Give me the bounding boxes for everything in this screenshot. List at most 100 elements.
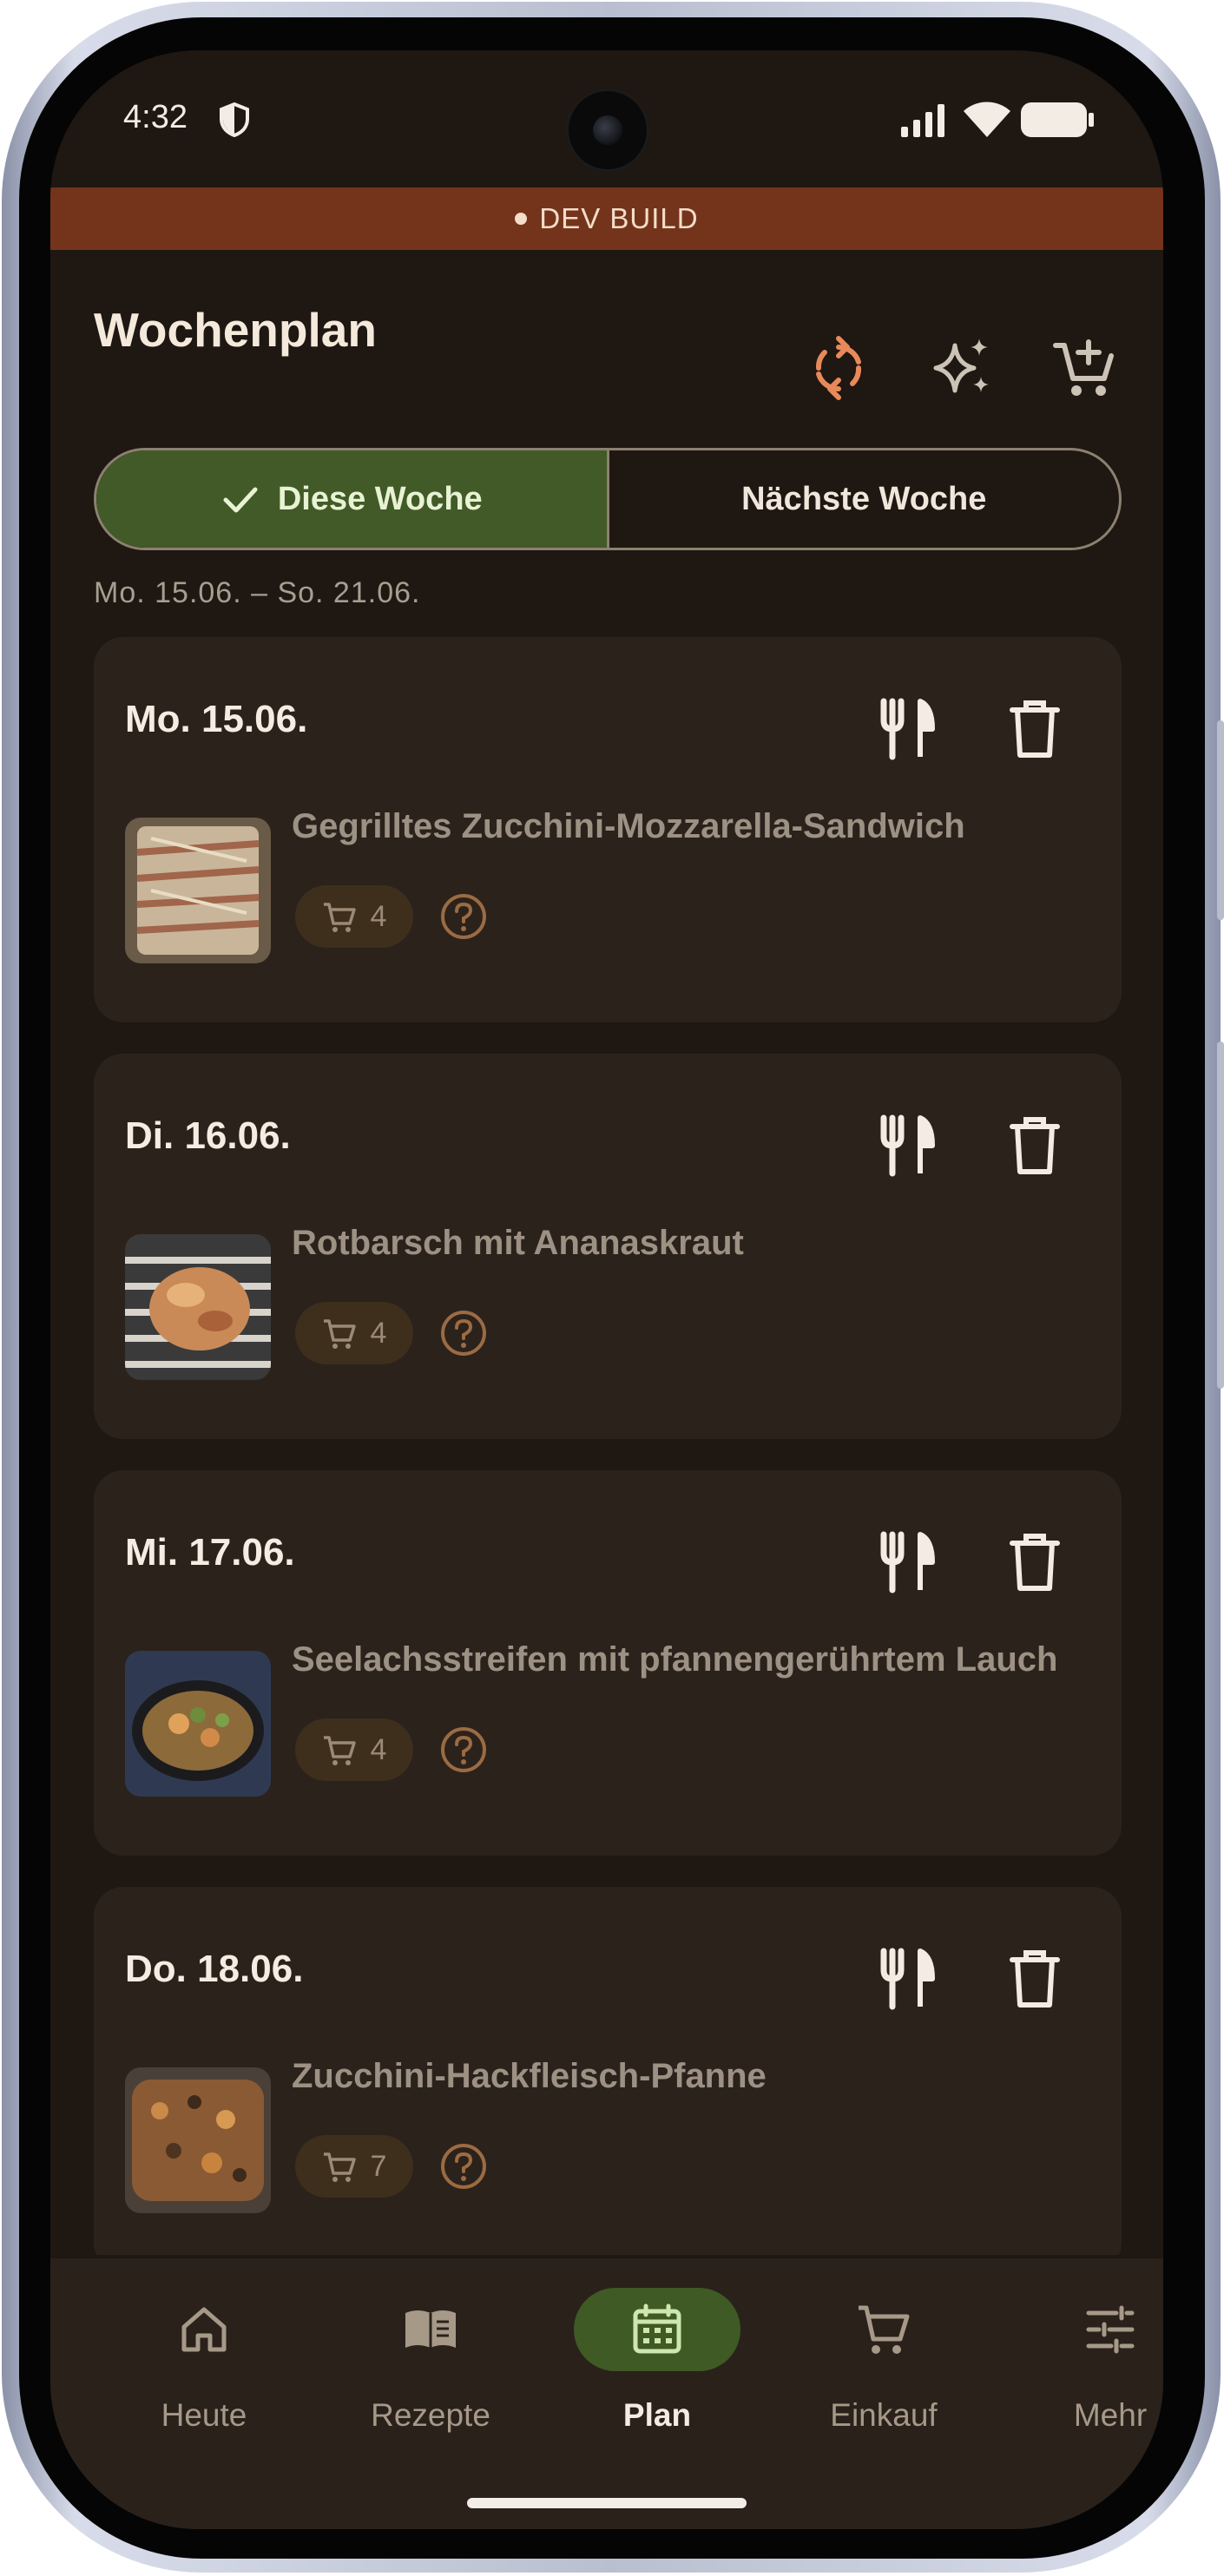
trash-icon <box>1010 1117 1060 1174</box>
help-button[interactable] <box>439 2142 488 2191</box>
nav-icon-container <box>347 2288 514 2371</box>
tab-this-week-label: Diese Woche <box>277 480 483 517</box>
ingredient-count-chip[interactable]: 4 <box>295 1302 413 1364</box>
phone-side-button <box>1217 1042 1224 1389</box>
day-card: Mi. 17.06. Seelachsstreifen mit pfanneng… <box>94 1470 1122 1856</box>
dev-build-banner: DEV BUILD <box>50 187 1163 250</box>
day-label: Mo. 15.06. <box>125 698 308 740</box>
delete-button[interactable] <box>1000 1944 1069 2014</box>
week-range: Mo. 15.06. – So. 21.06. <box>94 576 421 609</box>
wifi-icon <box>964 102 1010 137</box>
nav-icon-container <box>121 2288 287 2371</box>
cart-icon <box>323 1736 356 1765</box>
trash-icon <box>1010 1534 1060 1591</box>
cook-button[interactable] <box>875 694 944 764</box>
app-screen: 4:32 DEV BUILD Wochenplan Diese Woche Nä… <box>50 50 1163 2529</box>
nav-item-mehr[interactable]: Mehr <box>999 2258 1163 2475</box>
fork-knife-icon <box>880 1948 935 2010</box>
dev-build-label: DEV BUILD <box>539 202 699 234</box>
week-toggle: Diese Woche Nächste Woche <box>94 448 1122 550</box>
help-icon <box>441 1727 486 1772</box>
day-card: Di. 16.06. Rotbarsch mit Ananaskraut 4 <box>94 1054 1122 1439</box>
calendar-icon <box>633 2303 681 2354</box>
book-icon <box>405 2310 456 2348</box>
signal-icon <box>901 104 944 137</box>
nav-label: Heute <box>161 2397 247 2433</box>
day-label: Mi. 17.06. <box>125 1531 295 1574</box>
cart-icon <box>323 903 356 932</box>
ingredient-count: 4 <box>370 1316 387 1350</box>
front-camera <box>566 89 649 172</box>
sliders-icon <box>1086 2305 1135 2354</box>
fish-dish-image <box>125 1234 271 1380</box>
trash-icon <box>1010 700 1060 758</box>
cart-icon <box>859 2305 910 2354</box>
tab-next-week-label: Nächste Woche <box>741 480 987 517</box>
trash-icon <box>1010 1950 1060 2008</box>
nav-item-einkauf[interactable]: Einkauf <box>773 2258 995 2475</box>
nav-label: Plan <box>622 2397 692 2433</box>
page-title: Wochenplan <box>94 303 377 357</box>
sparkles-icon <box>933 338 989 393</box>
home-indicator[interactable] <box>467 2498 747 2508</box>
help-button[interactable] <box>439 1309 488 1357</box>
meal-title[interactable]: Gegrilltes Zucchini-Mozzarella-Sandwich <box>292 807 965 846</box>
day-label: Do. 18.06. <box>125 1948 304 1990</box>
cook-button[interactable] <box>875 1111 944 1180</box>
add-to-shopping-list-button[interactable] <box>1050 333 1120 403</box>
nav-item-heute[interactable]: Heute <box>93 2258 315 2475</box>
cook-button[interactable] <box>875 1528 944 1597</box>
meal-title[interactable]: Zucchini-Hackfleisch-Pfanne <box>292 2057 767 2096</box>
nav-icon-container <box>574 2288 740 2371</box>
fork-knife-icon <box>880 1531 935 1594</box>
nav-label: Einkauf <box>830 2397 938 2433</box>
delete-button[interactable] <box>1000 1528 1069 1597</box>
sync-icon <box>816 336 861 400</box>
meal-thumbnail[interactable] <box>125 1651 271 1797</box>
nav-item-rezepte[interactable]: Rezepte <box>319 2258 542 2475</box>
nav-icon-container <box>1027 2288 1163 2371</box>
nav-item-plan[interactable]: Plan <box>546 2258 768 2475</box>
status-time: 4:32 <box>123 99 188 135</box>
add-to-cart-icon <box>1053 339 1114 396</box>
fork-knife-icon <box>880 1114 935 1177</box>
sync-button[interactable] <box>804 333 873 403</box>
cook-button[interactable] <box>875 1944 944 2014</box>
help-icon <box>441 2144 486 2189</box>
meal-thumbnail[interactable] <box>125 1234 271 1380</box>
help-icon <box>441 894 486 939</box>
meal-plan-list[interactable]: Mo. 15.06. Gegrilltes Zucchini-Mozzarell… <box>94 637 1122 2255</box>
day-card: Do. 18.06. Zucchini-Hackfleisch-Pfanne 7 <box>94 1887 1122 2255</box>
ingredient-count-chip[interactable]: 4 <box>295 1718 413 1781</box>
day-label: Di. 16.06. <box>125 1114 291 1157</box>
nav-label: Rezepte <box>371 2397 490 2433</box>
help-button[interactable] <box>439 892 488 941</box>
ingredient-count-chip[interactable]: 4 <box>295 885 413 948</box>
ingredient-count-chip[interactable]: 7 <box>295 2135 413 2198</box>
meal-thumbnail[interactable] <box>125 2067 271 2213</box>
meal-title[interactable]: Seelachsstreifen mit pfannengerührtem La… <box>292 1640 1057 1679</box>
nav-label: Mehr <box>1073 2397 1148 2433</box>
tab-this-week[interactable]: Diese Woche <box>96 450 609 548</box>
tab-next-week[interactable]: Nächste Woche <box>609 450 1120 548</box>
cart-icon <box>323 2152 356 2182</box>
delete-button[interactable] <box>1000 1111 1069 1180</box>
check-icon <box>223 487 258 513</box>
dot-icon <box>515 213 528 225</box>
home-icon <box>181 2307 227 2352</box>
bottom-navigation: Heute Rezepte Plan Einkauf Mehr <box>50 2258 1163 2529</box>
ingredient-count: 4 <box>370 1732 387 1766</box>
help-button[interactable] <box>439 1725 488 1774</box>
phone-side-button <box>1217 720 1224 920</box>
delete-button[interactable] <box>1000 694 1069 764</box>
help-icon <box>441 1311 486 1356</box>
skillet-dish-image <box>125 2067 271 2213</box>
ingredient-count: 4 <box>370 899 387 933</box>
nav-icon-container <box>800 2288 967 2371</box>
meal-title[interactable]: Rotbarsch mit Ananaskraut <box>292 1224 744 1263</box>
meal-thumbnail[interactable] <box>125 818 271 963</box>
cart-icon <box>323 1319 356 1349</box>
ingredient-count: 7 <box>370 2149 387 2183</box>
ai-suggest-button[interactable] <box>929 333 998 403</box>
pan-dish-image <box>125 1651 271 1797</box>
